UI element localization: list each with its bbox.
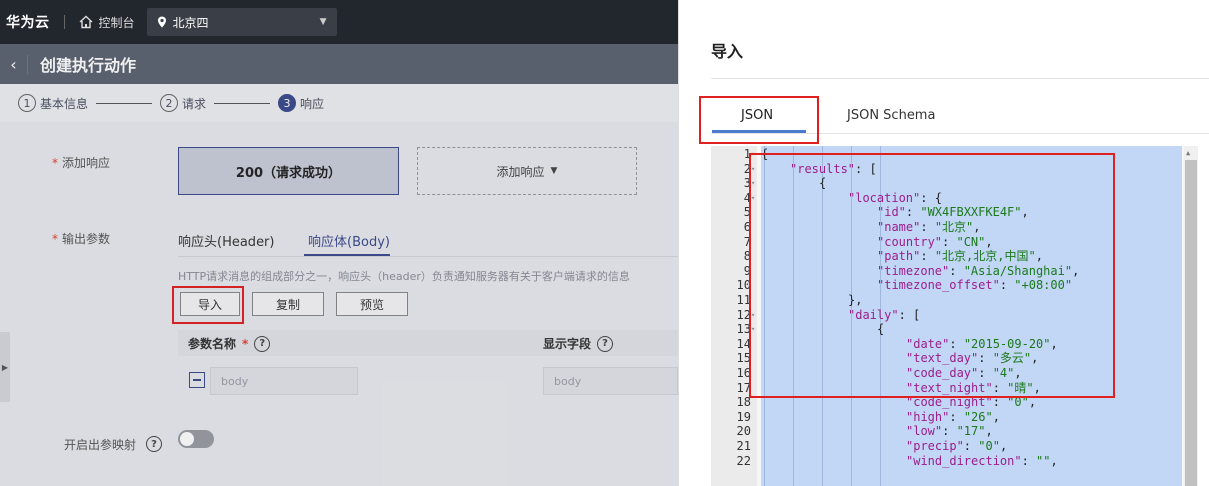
line-number: 8 xyxy=(743,249,751,264)
scrollbar-thumb[interactable] xyxy=(1185,160,1197,486)
page-title: 创建执行动作 xyxy=(40,56,137,75)
highlight-box xyxy=(699,96,819,144)
step-label: 请求 xyxy=(182,96,207,111)
line-number: 16 xyxy=(736,366,751,380)
step-response[interactable]: 3 响应 xyxy=(278,94,324,112)
console-label: 控制台 xyxy=(98,15,135,30)
page-header: ‹ 创建执行动作 xyxy=(0,44,678,84)
region-select[interactable]: 北京四 ▼ xyxy=(146,8,337,36)
line-number: 5 xyxy=(743,205,751,220)
line-number: 4 xyxy=(743,190,751,205)
step-number: 3 xyxy=(278,94,297,112)
line-number: 9 xyxy=(743,263,751,278)
caret-down-icon: ▼ xyxy=(550,166,558,176)
add-response-dropdown[interactable]: 添加响应 ▼ xyxy=(417,147,637,195)
step-indicator: 1 基本信息 2 请求 3 响应 xyxy=(0,84,678,122)
highlight-box xyxy=(172,286,244,324)
response-200-tab[interactable]: 200（请求成功） xyxy=(178,147,399,195)
line-number: 1 xyxy=(743,147,751,161)
import-dialog: 导入 JSON JSON Schema 1 ▾{2 ▾ "results": [3 ▾{… xyxy=(678,0,1209,486)
highlight-box xyxy=(749,153,1115,398)
step-connector xyxy=(96,102,153,104)
code-text: "high": "26", xyxy=(906,409,1000,424)
line-number: 19 xyxy=(736,409,751,424)
tab-response-body[interactable]: 响应体(Body) xyxy=(308,231,390,250)
back-arrow-icon[interactable]: ‹ xyxy=(0,54,28,74)
preview-button[interactable]: 预览 xyxy=(336,292,408,316)
divider xyxy=(711,78,1209,79)
home-icon xyxy=(79,15,92,29)
line-number: 15 xyxy=(736,351,751,366)
line-number: 7 xyxy=(743,234,751,249)
line-number: 17 xyxy=(736,380,751,395)
line-number: 13 xyxy=(736,322,751,337)
code-text: "low": "17", xyxy=(906,424,993,439)
add-response-text: 添加响应 xyxy=(496,164,545,179)
step-label: 响应 xyxy=(300,96,325,111)
line-number: 6 xyxy=(743,220,751,234)
code-text: "precip": "0", xyxy=(906,439,1008,453)
line-number: 10 xyxy=(736,278,751,293)
mapping-toggle[interactable] xyxy=(178,430,214,448)
divider xyxy=(178,256,678,257)
divider xyxy=(63,15,65,29)
display-field-input[interactable]: body xyxy=(543,367,678,395)
brand-logo[interactable]: 华为云 xyxy=(6,12,50,32)
location-pin-icon xyxy=(157,16,166,28)
line-number: 2 xyxy=(743,161,751,176)
expand-arrow-icon[interactable]: ▶ xyxy=(0,332,10,402)
region-label: 北京四 xyxy=(172,15,209,30)
step-number: 1 xyxy=(18,94,36,112)
step-basic-info[interactable]: 1 基本信息 xyxy=(18,94,88,112)
caret-down-icon: ▼ xyxy=(319,17,327,27)
line-number: 20 xyxy=(736,424,751,439)
step-number: 2 xyxy=(160,94,179,112)
tab-response-header[interactable]: 响应头(Header) xyxy=(178,231,274,250)
top-bar: 华为云 控制台 北京四 ▼ xyxy=(0,0,678,44)
scroll-up-icon[interactable]: ▲ xyxy=(1186,149,1190,157)
add-response-label: * 添加响应 xyxy=(52,156,111,170)
copy-button[interactable]: 复制 xyxy=(252,292,324,316)
param-name-input[interactable]: body xyxy=(210,367,358,395)
help-icon[interactable]: ? xyxy=(254,335,271,352)
step-request[interactable]: 2 请求 xyxy=(160,94,206,112)
hint-text: HTTP请求消息的组成部分之一，响应头（header）负责通知服务器有关于客户端… xyxy=(178,270,630,283)
line-number: 21 xyxy=(736,439,751,453)
col-display-field: 显示字段 ? xyxy=(543,335,614,352)
enable-mapping-label: 开启出参映射 xyxy=(64,438,137,452)
console-link[interactable]: 控制台 xyxy=(79,14,135,31)
dialog-title: 导入 xyxy=(711,42,744,61)
code-text: "wind_direction": "", xyxy=(906,453,1058,468)
step-connector xyxy=(214,102,271,104)
line-number: 14 xyxy=(736,336,751,351)
col-param-name: 参数名称 * ? xyxy=(188,335,271,352)
line-number: 22 xyxy=(736,453,751,468)
line-number: 12 xyxy=(736,307,751,322)
step-label: 基本信息 xyxy=(40,96,89,111)
line-number: 3 xyxy=(743,176,751,191)
help-icon[interactable]: ? xyxy=(597,335,614,352)
line-number: 11 xyxy=(736,293,751,307)
output-params-label: * 输出参数 xyxy=(52,232,111,246)
help-icon[interactable]: ? xyxy=(146,436,162,452)
line-number: 18 xyxy=(736,395,751,410)
collapse-icon[interactable] xyxy=(189,372,205,388)
tab-json-schema[interactable]: JSON Schema xyxy=(847,108,935,123)
